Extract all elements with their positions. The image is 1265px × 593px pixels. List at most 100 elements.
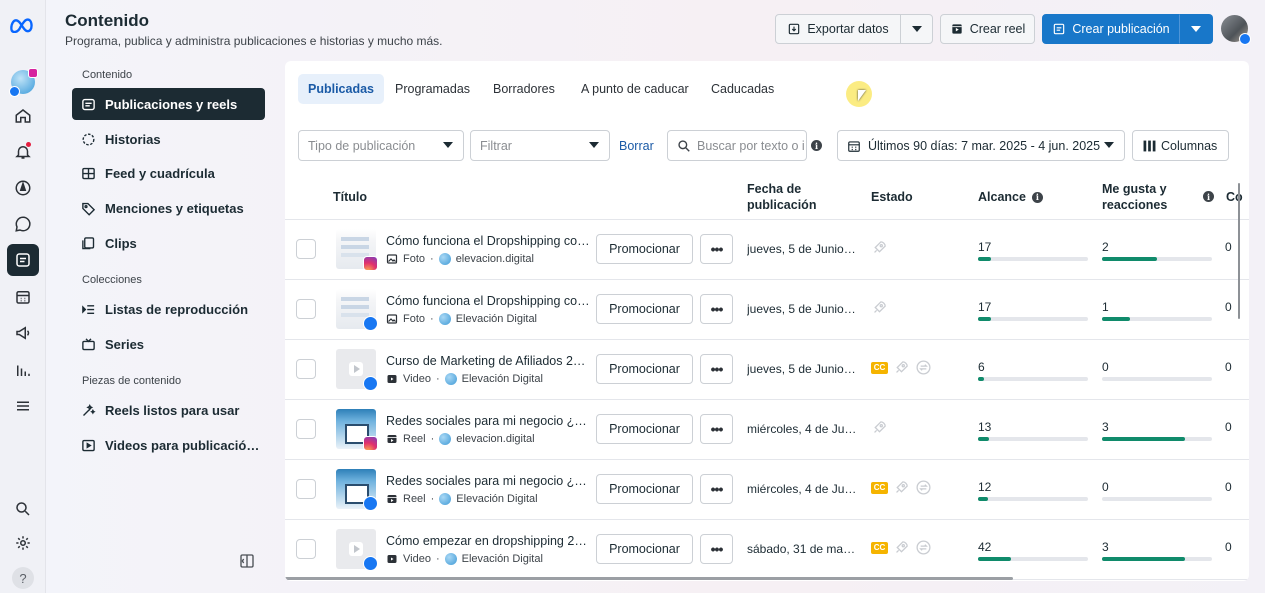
more-options-button[interactable]: ••• [700, 534, 733, 564]
boost-rocket-icon [874, 241, 886, 253]
sidebar-item-series[interactable]: Series [72, 328, 265, 360]
export-dropdown-button[interactable] [900, 14, 933, 44]
export-data-button[interactable]: Exportar datos [775, 14, 901, 44]
next-column-value: 0 [1225, 420, 1232, 434]
promote-button[interactable]: Promocionar [596, 354, 693, 384]
sidebar-item-playlists[interactable]: Listas de reproducción [72, 293, 265, 325]
tab-expired[interactable]: Caducadas [701, 74, 784, 104]
help-icon[interactable]: ? [7, 562, 39, 593]
column-header-likes[interactable]: Me gusta y reacciones [1102, 181, 1167, 213]
info-icon[interactable]: i [1031, 191, 1043, 203]
row-checkbox[interactable] [296, 479, 316, 499]
row-checkbox[interactable] [296, 539, 316, 559]
sidebar-item-stories[interactable]: Historias [72, 123, 265, 155]
vertical-scrollbar[interactable] [1238, 183, 1240, 319]
post-type-select[interactable]: Tipo de publicación [298, 130, 464, 161]
search-input[interactable]: Buscar por texto o i [667, 130, 807, 161]
sidebar-item-ready-reels[interactable]: Reels listos para usar [72, 394, 265, 426]
menu-icon[interactable] [7, 390, 39, 422]
column-header-date[interactable]: Fecha de publicación [747, 181, 816, 213]
captions-badge[interactable]: CC [871, 361, 888, 374]
tab-published[interactable]: Publicadas [298, 74, 384, 104]
post-title[interactable]: Redes sociales para mi negocio ¿Saber … [386, 474, 590, 488]
post-status: CC [871, 359, 932, 376]
row-checkbox[interactable] [296, 239, 316, 259]
sidebar-item-feed-grid[interactable]: Feed y cuadrícula [72, 157, 265, 189]
column-header-next[interactable]: Co [1226, 189, 1243, 205]
search-info-icon[interactable]: i [811, 140, 822, 151]
more-options-button[interactable]: ••• [700, 354, 733, 384]
filter-select[interactable]: Filtrar [470, 130, 610, 161]
promote-button[interactable]: Promocionar [596, 234, 693, 264]
post-meta: Reel · Elevación Digital [386, 493, 538, 505]
date-range-select[interactable]: Últimos 90 días: 7 mar. 2025 - 4 jun. 20… [837, 130, 1125, 161]
meta-logo-icon[interactable] [7, 9, 39, 41]
table-row[interactable]: Cómo funciona el Dropshipping con Shopif… [285, 220, 1249, 280]
post-title[interactable]: Curso de Marketing de Afiliados 2025 … [386, 354, 590, 368]
likes-value: 0 [1102, 360, 1109, 374]
content-icon[interactable] [7, 244, 39, 276]
more-options-button[interactable]: ••• [700, 414, 733, 444]
create-reel-button[interactable]: Crear reel [940, 14, 1035, 44]
settings-icon[interactable] [7, 527, 39, 559]
create-post-button[interactable]: Crear publicación [1042, 14, 1180, 44]
table-row[interactable]: Cómo funciona el Dropshipping con Shopif… [285, 280, 1249, 340]
calendar-icon[interactable] [7, 281, 39, 313]
collapse-sidebar-icon[interactable] [239, 553, 255, 569]
next-column-value: 0 [1225, 300, 1232, 314]
publish-date: miércoles, 4 de Junio 18:00 [747, 422, 859, 436]
more-options-button[interactable]: ••• [700, 474, 733, 504]
sidebar-item-mentions-tags[interactable]: Menciones y etiquetas [72, 192, 265, 224]
reach-value: 17 [978, 300, 992, 314]
compass-icon[interactable] [7, 172, 39, 204]
captions-badge[interactable]: CC [871, 541, 888, 554]
column-header-reach[interactable]: Alcance i [978, 189, 1043, 205]
more-options-button[interactable]: ••• [700, 294, 733, 324]
likes-info-icon[interactable]: i [1203, 191, 1214, 202]
promote-button[interactable]: Promocionar [596, 474, 693, 504]
row-checkbox[interactable] [296, 419, 316, 439]
sidebar-item-posts-reels[interactable]: Publicaciones y reels [72, 88, 265, 120]
reach-bar [978, 257, 1088, 261]
notifications-icon[interactable] [7, 136, 39, 168]
export-data-label: Exportar datos [807, 22, 889, 36]
row-checkbox[interactable] [296, 299, 316, 319]
insights-icon[interactable] [7, 354, 39, 386]
promote-button[interactable]: Promocionar [596, 294, 693, 324]
reach-bar [978, 497, 1088, 501]
search-icon[interactable] [7, 493, 39, 525]
row-checkbox[interactable] [296, 359, 316, 379]
tab-drafts[interactable]: Borradores [483, 74, 565, 104]
tab-scheduled[interactable]: Programadas [385, 74, 480, 104]
messages-icon[interactable] [7, 208, 39, 240]
table-row[interactable]: Redes sociales para mi negocio ¿Saber … R… [285, 460, 1249, 520]
post-title[interactable]: Cómo empezar en dropshipping 2025 … [386, 534, 590, 548]
account-avatar-icon [438, 313, 451, 325]
create-post-dropdown-button[interactable] [1179, 14, 1213, 44]
clear-filters-link[interactable]: Borrar [619, 139, 654, 153]
sidebar-item-videos-publication[interactable]: Videos para publicació… [72, 429, 265, 461]
profile-avatar[interactable] [1221, 15, 1251, 45]
promote-button[interactable]: Promocionar [596, 534, 693, 564]
captions-badge[interactable]: CC [871, 481, 888, 494]
account-avatar-icon[interactable] [7, 66, 39, 98]
account-name: elevacion.digital [456, 433, 535, 445]
column-header-status[interactable]: Estado [871, 189, 913, 205]
promote-button[interactable]: Promocionar [596, 414, 693, 444]
post-title[interactable]: Cómo funciona el Dropshipping con Shopif… [386, 294, 590, 308]
create-reel-label: Crear reel [969, 22, 1026, 36]
horizontal-scrollbar[interactable] [285, 577, 1013, 580]
post-title[interactable]: Redes sociales para mi negocio ¿Saber … [386, 414, 590, 428]
tab-expiring[interactable]: A punto de caducar [571, 74, 699, 104]
post-title[interactable]: Cómo funciona el Dropshipping con Shopif… [386, 234, 590, 248]
column-header-title[interactable]: Título [333, 189, 367, 205]
sidebar-item-clips[interactable]: Clips [72, 227, 265, 259]
more-options-button[interactable]: ••• [700, 234, 733, 264]
megaphone-icon[interactable] [7, 317, 39, 349]
home-icon[interactable] [7, 100, 39, 132]
columns-button[interactable]: Columnas [1132, 130, 1229, 161]
table-row[interactable]: Redes sociales para mi negocio ¿Saber … R… [285, 400, 1249, 460]
table-row[interactable]: Curso de Marketing de Afiliados 2025 … Vi… [285, 340, 1249, 400]
posts-icon [82, 98, 95, 110]
table-row[interactable]: Cómo empezar en dropshipping 2025 … Video… [285, 520, 1249, 580]
